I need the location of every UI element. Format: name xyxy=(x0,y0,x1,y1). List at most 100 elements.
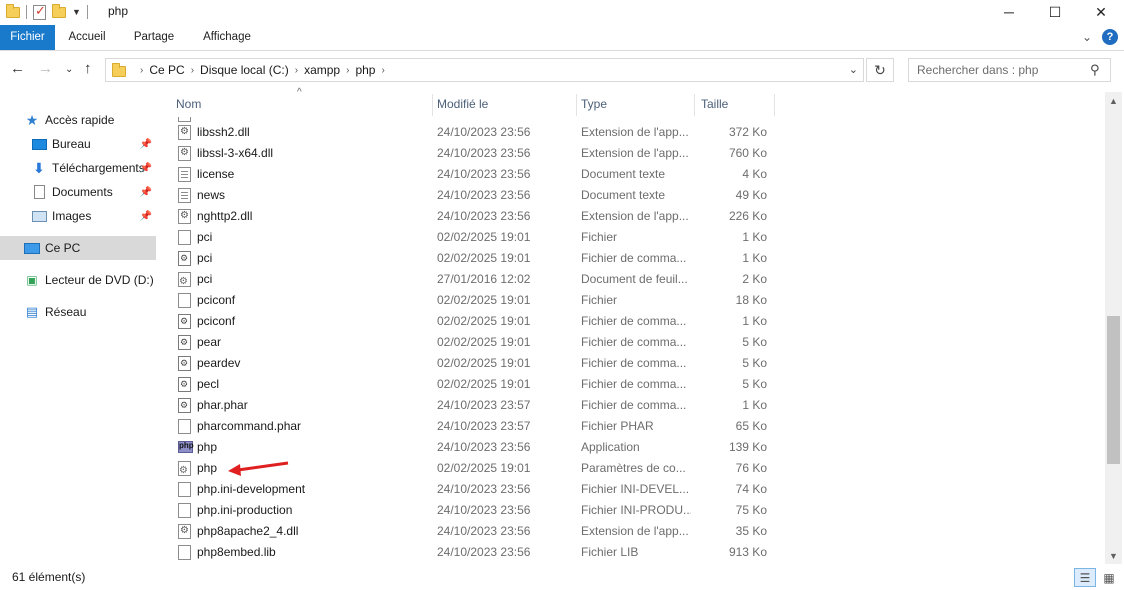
help-icon[interactable]: ? xyxy=(1102,29,1118,45)
table-row[interactable]: php.ini-production 24/10/2023 23:56 Fichie… xyxy=(160,500,1105,521)
search-input[interactable]: Rechercher dans : php xyxy=(908,58,1111,82)
large-icons-view-icon[interactable]: ▦ xyxy=(1098,568,1120,587)
tab-fichier[interactable]: Fichier xyxy=(0,25,55,50)
table-row[interactable]: php8apache2_4.dll 24/10/2023 23:56 Extensi… xyxy=(160,521,1105,542)
tab-affichage[interactable]: Affichage xyxy=(196,25,258,50)
file-modified: 02/02/2025 19:01 xyxy=(437,461,531,475)
address-bar[interactable]: › Ce PC › Disque local (C:) › xampp › ph… xyxy=(105,58,864,82)
properties-icon[interactable] xyxy=(33,3,46,20)
chevron-right-icon[interactable]: › xyxy=(191,65,194,76)
column-header-type[interactable]: Type xyxy=(565,92,695,117)
column-header-taille[interactable]: Taille xyxy=(685,92,775,117)
breadcrumb-ce-pc[interactable]: Ce PC xyxy=(149,63,184,77)
table-row[interactable]: libssh2.dll 24/10/2023 23:56 Extension de … xyxy=(160,122,1105,143)
column-header-modifie[interactable]: Modifié le xyxy=(421,92,576,117)
file-modified: 02/02/2025 19:01 xyxy=(437,314,531,328)
table-row[interactable]: libssl-3-x64.dll 24/10/2023 23:56 Extensio… xyxy=(160,143,1105,164)
table-row[interactable]: pci 27/01/2016 12:02 Document de feuil... 2… xyxy=(160,269,1105,290)
file-size: 2 Ko xyxy=(742,272,767,286)
sidebar-item-reseau[interactable]: ▤ Réseau xyxy=(0,300,156,324)
table-row[interactable]: pciconf 02/02/2025 19:01 Fichier 18 Ko xyxy=(160,290,1105,311)
file-type: Extension de l'app... xyxy=(581,209,689,223)
recent-locations-button[interactable]: ⌄ xyxy=(65,64,73,75)
pin-icon[interactable]: 📌 xyxy=(140,139,152,150)
file-icon xyxy=(178,272,191,287)
window-controls: ─ ☐ ✕ xyxy=(986,0,1124,24)
chevron-right-icon[interactable]: › xyxy=(346,65,349,76)
file-modified: 24/10/2023 23:57 xyxy=(437,398,531,412)
sidebar-item-dvd[interactable]: ▣ Lecteur de DVD (D:) S xyxy=(0,268,156,292)
new-folder-icon[interactable] xyxy=(52,3,66,18)
file-name: php.ini-production xyxy=(197,503,293,517)
sidebar-item-label: Réseau xyxy=(45,305,87,319)
sidebar-item-acces-rapide[interactable]: ★ Accès rapide xyxy=(0,108,156,132)
file-type: Fichier PHAR xyxy=(581,419,654,433)
column-divider[interactable] xyxy=(774,94,775,116)
table-row[interactable]: pciconf 02/02/2025 19:01 Fichier de comma.… xyxy=(160,311,1105,332)
file-name: news xyxy=(197,188,226,202)
vertical-scrollbar[interactable]: ▲ ▼ xyxy=(1105,92,1122,564)
pin-icon[interactable]: 📌 xyxy=(140,187,152,198)
sidebar-item-ce-pc[interactable]: Ce PC xyxy=(0,236,156,260)
column-header-nom[interactable]: Nom xyxy=(160,92,432,117)
table-row[interactable]: peardev 02/02/2025 19:01 Fichier de comma.… xyxy=(160,353,1105,374)
scroll-down-icon[interactable]: ▼ xyxy=(1105,547,1122,564)
file-icon xyxy=(178,230,191,245)
chevron-right-icon[interactable]: › xyxy=(295,65,298,76)
breadcrumb-xampp[interactable]: xampp xyxy=(304,63,340,77)
file-size: 5 Ko xyxy=(742,377,767,391)
table-row[interactable]: pharcommand.phar 24/10/2023 23:57 Fichier … xyxy=(160,416,1105,437)
table-row[interactable]: license 24/10/2023 23:56 Document texte 4 K… xyxy=(160,164,1105,185)
file-type: Fichier de comma... xyxy=(581,398,687,412)
table-row[interactable]: nghttp2.dll 24/10/2023 23:56 Extension de … xyxy=(160,206,1105,227)
image-icon xyxy=(31,209,47,223)
tab-accueil[interactable]: Accueil xyxy=(62,25,112,50)
search-icon[interactable]: ⚲ xyxy=(1090,62,1117,78)
file-size: 65 Ko xyxy=(735,419,767,433)
scroll-thumb[interactable] xyxy=(1107,316,1120,464)
navigation-pane: ★ Accès rapide Bureau 📌 ⬇ Téléchargement… xyxy=(0,92,156,564)
table-row[interactable]: php 24/10/2023 23:56 Application 139 Ko xyxy=(160,437,1105,458)
sidebar-item-images[interactable]: Images 📌 xyxy=(0,204,156,228)
maximize-button[interactable]: ☐ xyxy=(1032,0,1078,24)
table-row[interactable]: news 24/10/2023 23:56 Document texte 49 Ko xyxy=(160,185,1105,206)
file-name: pear xyxy=(197,335,222,349)
file-icon xyxy=(178,461,191,476)
close-button[interactable]: ✕ xyxy=(1078,0,1124,24)
breadcrumb-disque-local[interactable]: Disque local (C:) xyxy=(200,63,289,77)
file-type: Fichier xyxy=(581,230,618,244)
folder-icon[interactable] xyxy=(6,3,20,18)
scroll-up-icon[interactable]: ▲ xyxy=(1105,92,1122,109)
table-row[interactable]: php.ini-development 24/10/2023 23:56 Fichi… xyxy=(160,479,1105,500)
file-type: Fichier de comma... xyxy=(581,314,687,328)
address-dropdown-icon[interactable]: ⌄ xyxy=(849,63,858,76)
forward-button[interactable]: → xyxy=(38,60,53,77)
chevron-right-icon[interactable]: › xyxy=(140,65,143,76)
table-row[interactable]: phar.phar 24/10/2023 23:57 Fichier de comm… xyxy=(160,395,1105,416)
table-row[interactable]: pci 02/02/2025 19:01 Fichier de comma... 1 … xyxy=(160,248,1105,269)
sidebar-item-documents[interactable]: Documents 📌 xyxy=(0,180,156,204)
expand-ribbon-icon[interactable]: ⌄ xyxy=(1082,30,1092,44)
file-modified: 02/02/2025 19:01 xyxy=(437,293,531,307)
chevron-right-icon[interactable]: › xyxy=(381,65,384,76)
breadcrumb-php[interactable]: php xyxy=(355,63,375,77)
file-type: Document de feuil... xyxy=(581,272,688,286)
tab-partage[interactable]: Partage xyxy=(126,25,182,50)
sidebar-item-bureau[interactable]: Bureau 📌 xyxy=(0,132,156,156)
sidebar-item-telechargements[interactable]: ⬇ Téléchargements 📌 xyxy=(0,156,156,180)
minimize-button[interactable]: ─ xyxy=(986,0,1032,24)
table-row[interactable]: php02/02/2025 19:01Paramètres de co...76… xyxy=(160,458,1105,479)
up-button[interactable]: ↑ xyxy=(84,60,92,77)
details-view-icon[interactable]: ☰ xyxy=(1074,568,1096,587)
file-type: Fichier de comma... xyxy=(581,251,687,265)
table-row[interactable]: pear 02/02/2025 19:01 Fichier de comma... 5… xyxy=(160,332,1105,353)
table-row[interactable]: pecl 02/02/2025 19:01 Fichier de comma... 5… xyxy=(160,374,1105,395)
pin-icon[interactable]: 📌 xyxy=(140,163,152,174)
pc-icon xyxy=(24,241,40,255)
refresh-button[interactable]: ↻ xyxy=(866,58,894,82)
back-button[interactable]: ← xyxy=(10,60,25,77)
customize-toolbar-icon[interactable]: ▼ xyxy=(72,7,81,17)
pin-icon[interactable]: 📌 xyxy=(140,211,152,222)
table-row[interactable]: pci 02/02/2025 19:01 Fichier 1 Ko xyxy=(160,227,1105,248)
table-row[interactable]: php8embed.lib 24/10/2023 23:56 Fichier LIB… xyxy=(160,542,1105,563)
